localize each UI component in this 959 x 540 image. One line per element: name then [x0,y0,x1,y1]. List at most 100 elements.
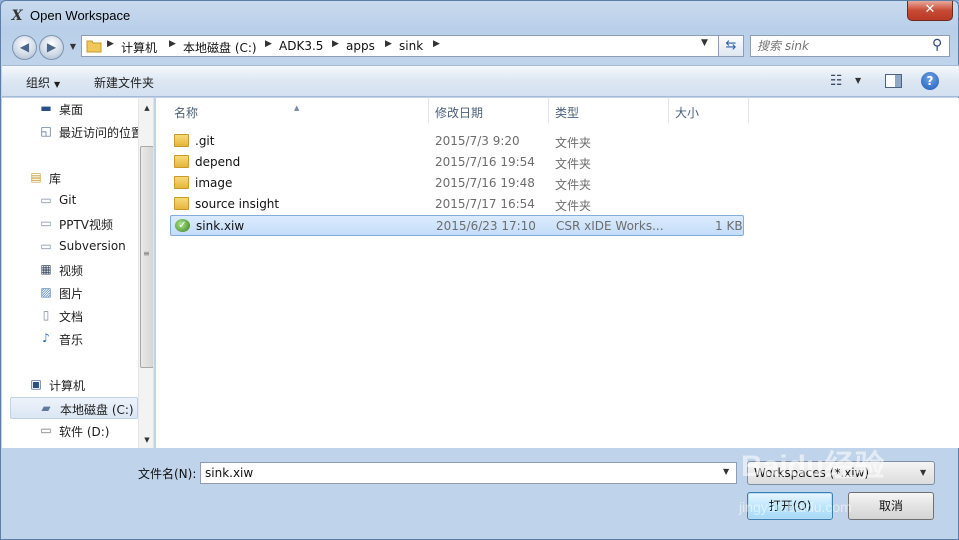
breadcrumb-adk[interactable]: ADK3.5 [279,39,323,53]
filename-input[interactable] [205,465,705,481]
back-arrow-icon: ◀ [19,40,30,54]
nav-item-desktop[interactable]: ▬ 桌面 [38,98,153,120]
chevron-right-icon[interactable]: ▶ [265,39,272,49]
view-options-dropdown[interactable]: ▼ [855,76,861,85]
watermark: Baidu经验 [741,450,885,483]
column-header-label: 类型 [555,106,580,120]
help-icon[interactable]: ? [921,72,939,90]
refresh-button[interactable]: ⇆ [718,35,744,57]
file-date: 2015/7/16 19:48 [435,176,535,190]
breadcrumb-apps[interactable]: apps [346,39,375,53]
column-header-type[interactable]: 类型 [549,98,668,124]
file-row-depend[interactable]: depend 2015/7/16 19:54 文件夹 [170,152,744,173]
search-icon[interactable]: ⚲ [932,37,942,53]
scroll-up-arrow-icon[interactable]: ▲ [139,100,153,116]
search-input[interactable] [757,38,927,54]
nav-item-computer[interactable]: ▣ 计算机 [28,374,153,396]
app-icon: X [11,8,23,24]
chevron-down-icon[interactable]: ▼ [723,467,729,476]
breadcrumb-local-disk[interactable]: 本地磁盘 (C:) [183,39,257,56]
file-date: 2015/7/17 16:54 [435,197,535,211]
library-icon: ▤ [30,170,42,184]
organize-label: 组织 [26,76,51,90]
file-date: 2015/7/16 19:54 [435,155,535,169]
nav-item-documents[interactable]: ▯ 文档 [38,305,153,327]
column-header-date[interactable]: 修改日期 [429,98,548,124]
file-row-git[interactable]: .git 2015/7/3 9:20 文件夹 [170,131,744,152]
music-icon: ♪ [42,331,50,345]
forward-button[interactable]: ▶ [39,35,64,60]
grip-icon: ≡ [143,249,150,258]
nav-item-label: 库 [49,172,62,186]
organize-button[interactable]: 组织 ▼ [26,74,60,91]
title-bar: X Open Workspace ✕ [1,1,958,31]
chevron-down-icon: ▼ [920,468,927,477]
command-toolbar: 组织 ▼ 新建文件夹 ☷ ▼ ? [2,65,959,97]
nav-item-videos[interactable]: ▦ 视频 [38,259,153,281]
column-header-label: 名称 [174,106,199,120]
back-button[interactable]: ◀ [12,35,37,60]
chevron-down-icon: ▼ [54,80,61,89]
chevron-right-icon[interactable]: ▶ [385,39,392,49]
sort-ascending-icon: ▲ [294,104,300,112]
chevron-right-icon[interactable]: ▶ [107,39,114,49]
close-button[interactable]: ✕ [907,1,953,21]
nav-item-label: PPTV视频 [59,218,114,232]
nav-item-drive-d[interactable]: ▭ 软件 (D:) [38,420,153,442]
nav-item-label: Subversion [59,239,126,253]
file-name: .git [195,134,215,148]
file-row-image[interactable]: image 2015/7/16 19:48 文件夹 [170,173,744,194]
nav-item-music[interactable]: ♪ 音乐 [38,328,153,350]
library-doc-icon: ▭ [40,239,52,253]
chevron-right-icon[interactable]: ▶ [169,39,176,49]
breadcrumb-computer[interactable]: 计算机 [121,39,157,56]
view-options-icon[interactable]: ☷ [830,73,843,89]
nav-item-pptv[interactable]: ▭ PPTV视频 [38,213,153,235]
folder-icon [86,40,102,53]
address-history-dropdown[interactable]: ▼ [701,38,708,48]
nav-item-label: 最近访问的位置 [59,126,144,140]
nav-item-git[interactable]: ▭ Git [38,190,153,212]
nav-item-label: Git [59,193,77,207]
nav-item-label: 音乐 [59,333,84,347]
filename-combobox[interactable]: ▼ [200,462,737,484]
cancel-button[interactable]: 取消 [848,492,934,520]
local-disk-icon: ▰ [41,401,51,415]
chevron-right-icon[interactable]: ▶ [332,39,339,49]
scroll-down-arrow-icon[interactable]: ▼ [139,432,153,448]
nav-item-label: 图片 [59,287,84,301]
nav-item-subversion[interactable]: ▭ Subversion [38,236,153,258]
file-name: source insight [195,197,280,211]
folder-icon [174,155,189,168]
column-divider[interactable] [748,98,749,123]
search-box[interactable]: ⚲ [750,35,950,57]
new-folder-button[interactable]: 新建文件夹 [94,74,154,91]
preview-pane-icon[interactable] [885,74,902,88]
column-header-size[interactable]: 大小 [669,98,748,124]
file-type: CSR xIDE Works... [556,219,664,233]
file-type: 文件夹 [555,157,592,171]
video-icon: ▦ [40,262,52,276]
nav-item-local-disk-c[interactable]: ▰ 本地磁盘 (C:) [10,397,138,419]
file-row-source-insight[interactable]: source insight 2015/7/17 16:54 文件夹 [170,194,744,215]
breadcrumb-sink[interactable]: sink [399,39,423,53]
file-row-sink-xiw[interactable]: ✓ sink.xiw 2015/6/23 17:10 CSR xIDE Work… [170,215,744,236]
close-icon: ✕ [924,2,936,17]
document-icon: ▯ [42,308,50,322]
column-header-name[interactable]: 名称 ▲ [156,98,428,124]
file-size: 1 KB [715,219,743,233]
nav-item-label: 软件 (D:) [59,425,110,439]
watermark-url: jingyan.baidu.com [739,499,852,515]
library-doc-icon: ▭ [40,193,52,207]
chevron-right-icon[interactable]: ▶ [433,39,440,49]
file-type: 文件夹 [555,199,592,213]
file-date: 2015/7/3 9:20 [435,134,520,148]
drive-icon: ▭ [40,423,52,437]
nav-item-library[interactable]: ▤ 库 [28,167,153,189]
nav-scrollbar[interactable]: ▲ ≡ ▼ [138,98,153,448]
nav-item-recent-places[interactable]: ◱ 最近访问的位置 [38,121,153,143]
nav-item-pictures[interactable]: ▨ 图片 [38,282,153,304]
address-bar[interactable]: ▶ 计算机 ▶ 本地磁盘 (C:) ▶ ADK3.5 ▶ apps ▶ sink… [81,35,744,57]
recent-places-icon: ◱ [40,124,52,138]
recent-pages-dropdown[interactable]: ▼ [67,37,79,57]
